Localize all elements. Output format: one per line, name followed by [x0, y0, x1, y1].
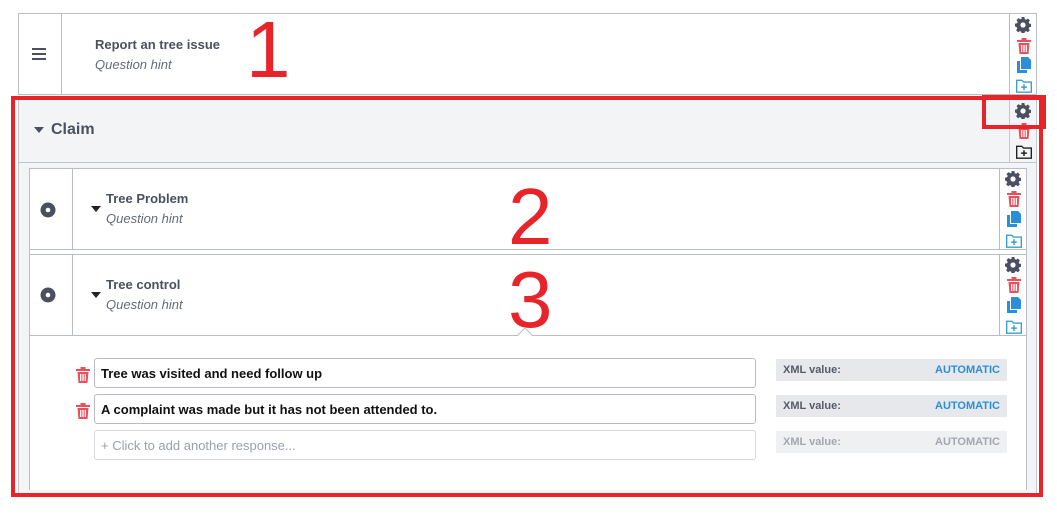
- gear-icon[interactable]: [1015, 17, 1031, 33]
- annotation-number-1: 1: [246, 5, 291, 94]
- question-toolbar: [1009, 14, 1036, 94]
- hamburger-icon[interactable]: [32, 48, 46, 60]
- copy-icon[interactable]: [1016, 57, 1032, 73]
- trash-icon[interactable]: [1016, 38, 1032, 54]
- drag-handle-area[interactable]: [19, 14, 62, 94]
- annotation-number-3: 3: [508, 255, 553, 344]
- folder-add-icon[interactable]: [1016, 78, 1032, 94]
- question-title[interactable]: Report an tree issue: [95, 37, 220, 52]
- annotation-box-gear: [982, 95, 1046, 129]
- annotation-number-2: 2: [508, 172, 553, 261]
- question-hint[interactable]: Question hint: [95, 57, 172, 72]
- question-card-1[interactable]: Report an tree issue Question hint: [18, 13, 1037, 95]
